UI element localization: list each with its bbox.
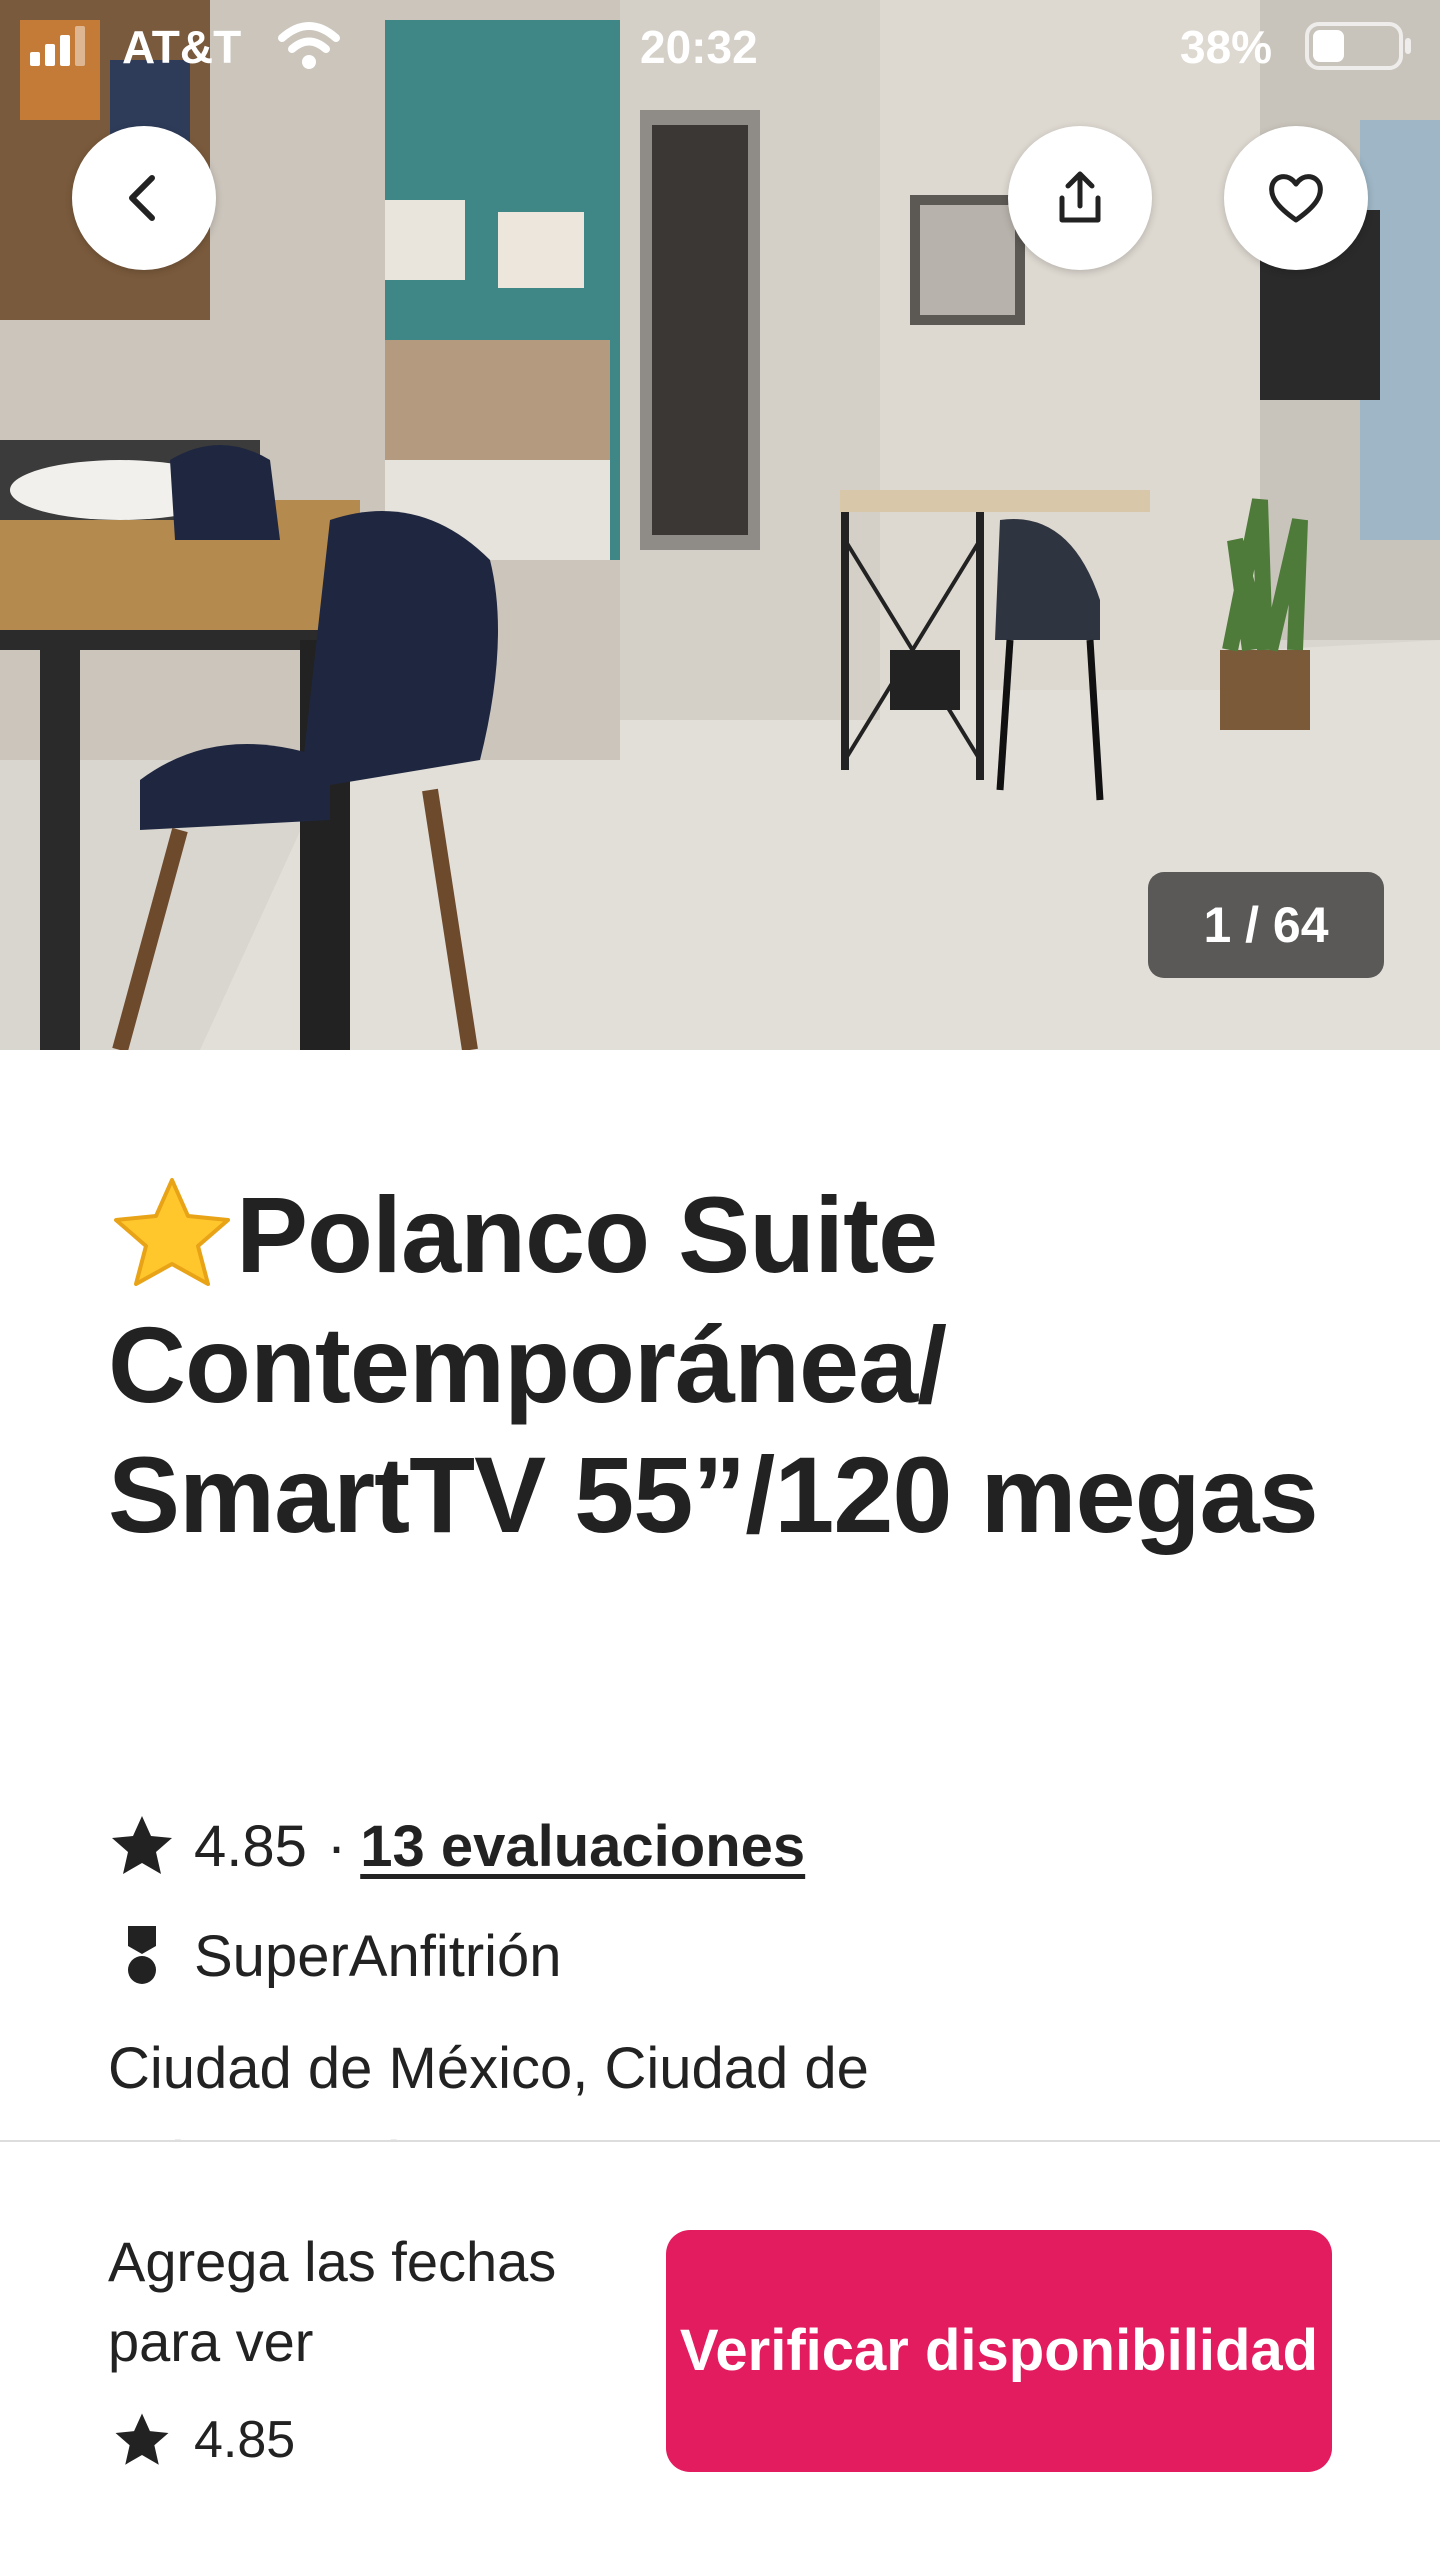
star-icon	[115, 2413, 169, 2465]
location-text: Ciudad de México, Ciudad de	[108, 2036, 869, 2101]
check-availability-button[interactable]: Verificar disponibilidad	[666, 2230, 1332, 2472]
separator-dot: ·	[326, 1813, 347, 1879]
booking-bar: Agrega las fechas para ver 4.85 Verifica…	[0, 2140, 1440, 2556]
rating-row: 4.85 · 13 evaluaciones	[108, 1812, 805, 1880]
booking-rating: 4.85	[112, 2410, 295, 2470]
rating-value: 4.85	[194, 1813, 307, 1879]
photo-counter: 1 / 64	[1148, 872, 1384, 978]
location-text-continued: México, México	[108, 2130, 508, 2140]
battery-icon	[1305, 22, 1411, 70]
reviews-link[interactable]: 13 evaluaciones	[360, 1813, 805, 1880]
clock-time: 20:32	[640, 21, 758, 73]
superhost-row: SuperAnfitrión	[108, 1922, 562, 1990]
listing-title: Polanco Suite Contemporánea/ SmartTV 55”…	[108, 1170, 1368, 1560]
listing-details: Polanco Suite Contemporánea/ SmartTV 55”…	[0, 1050, 1440, 2140]
favorite-button[interactable]	[1224, 126, 1368, 270]
status-bar: AT&T 20:32 38%	[0, 0, 1440, 92]
battery-percentage: 38%	[1180, 21, 1273, 73]
cellular-signal-icon	[30, 26, 85, 66]
booking-rating-value: 4.85	[194, 2411, 296, 2469]
location-row: Ciudad de México, Ciudad de	[108, 2035, 869, 2102]
share-button[interactable]	[1008, 126, 1152, 270]
superhost-medal-icon	[128, 1926, 156, 1984]
back-button[interactable]	[72, 126, 216, 270]
star-emoji-icon	[114, 1178, 230, 1286]
heart-outline-icon	[1269, 174, 1323, 223]
chevron-left-icon	[129, 175, 155, 221]
listing-title-text: Polanco Suite Contemporánea/ SmartTV 55”…	[108, 1174, 1319, 1555]
star-icon	[112, 1816, 172, 1874]
share-icon	[1059, 171, 1101, 223]
add-dates-prompt: Agrega las fechas para ver	[108, 2230, 557, 2373]
carrier-name: AT&T	[122, 21, 242, 73]
wifi-icon	[278, 22, 340, 69]
superhost-label: SuperAnfitrión	[194, 1923, 562, 1989]
